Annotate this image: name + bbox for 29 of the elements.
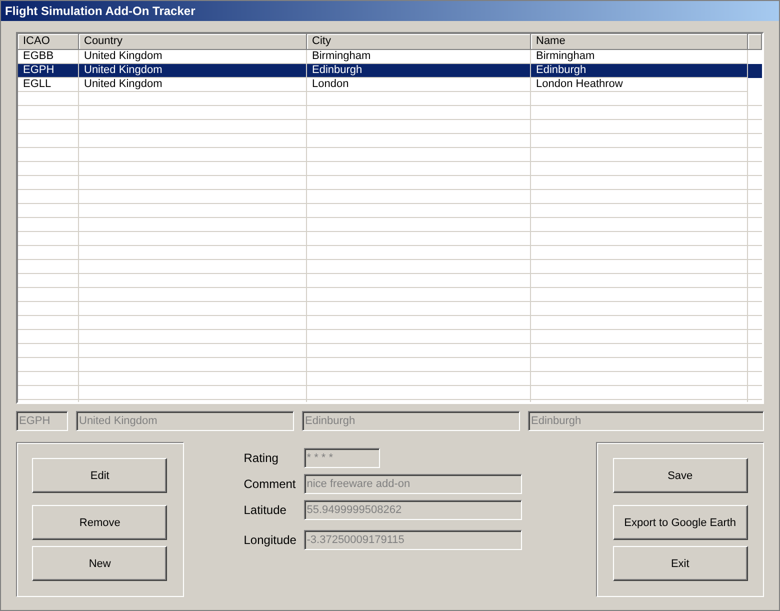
column-header[interactable]: ICAO: [18, 34, 79, 50]
table-cell: EGLL: [23, 78, 52, 90]
table-cell: Edinburgh: [312, 64, 362, 76]
table-cell: EGPH: [23, 64, 54, 76]
window-title: Flight Simulation Add-On Tracker: [5, 4, 196, 18]
column-header[interactable]: Country: [79, 34, 307, 50]
column-header[interactable]: City: [307, 34, 531, 50]
table-cell: United Kingdom: [84, 50, 162, 62]
field-label: Rating: [244, 451, 280, 465]
table-row[interactable]: EGPH United Kingdom Edinburgh Edinburgh: [18, 64, 762, 78]
column-header[interactable]: Name: [531, 34, 748, 50]
action-button[interactable]: Remove: [32, 505, 168, 540]
action-button[interactable]: Exit: [612, 546, 748, 581]
table-cell: United Kingdom: [84, 64, 162, 76]
field-label: Longitude: [244, 533, 298, 547]
action-button[interactable]: Edit: [32, 458, 168, 493]
action-button[interactable]: New: [32, 546, 168, 581]
field-label: Comment: [244, 477, 297, 491]
table-cell: United Kingdom: [84, 78, 162, 90]
table-cell: London Heathrow: [536, 78, 623, 90]
table-cell: London: [312, 78, 349, 90]
table-cell: Birmingham: [536, 50, 595, 62]
table-cell: Edinburgh: [536, 64, 586, 76]
action-button[interactable]: Save: [612, 458, 748, 493]
table-row[interactable]: EGLL United Kingdom London London Heathrow: [18, 78, 762, 92]
table-cell: Birmingham: [312, 50, 371, 62]
action-button[interactable]: Export to Google Earth: [612, 505, 748, 540]
field-label: Latitude: [244, 503, 288, 517]
table-cell: EGBB: [23, 50, 54, 62]
